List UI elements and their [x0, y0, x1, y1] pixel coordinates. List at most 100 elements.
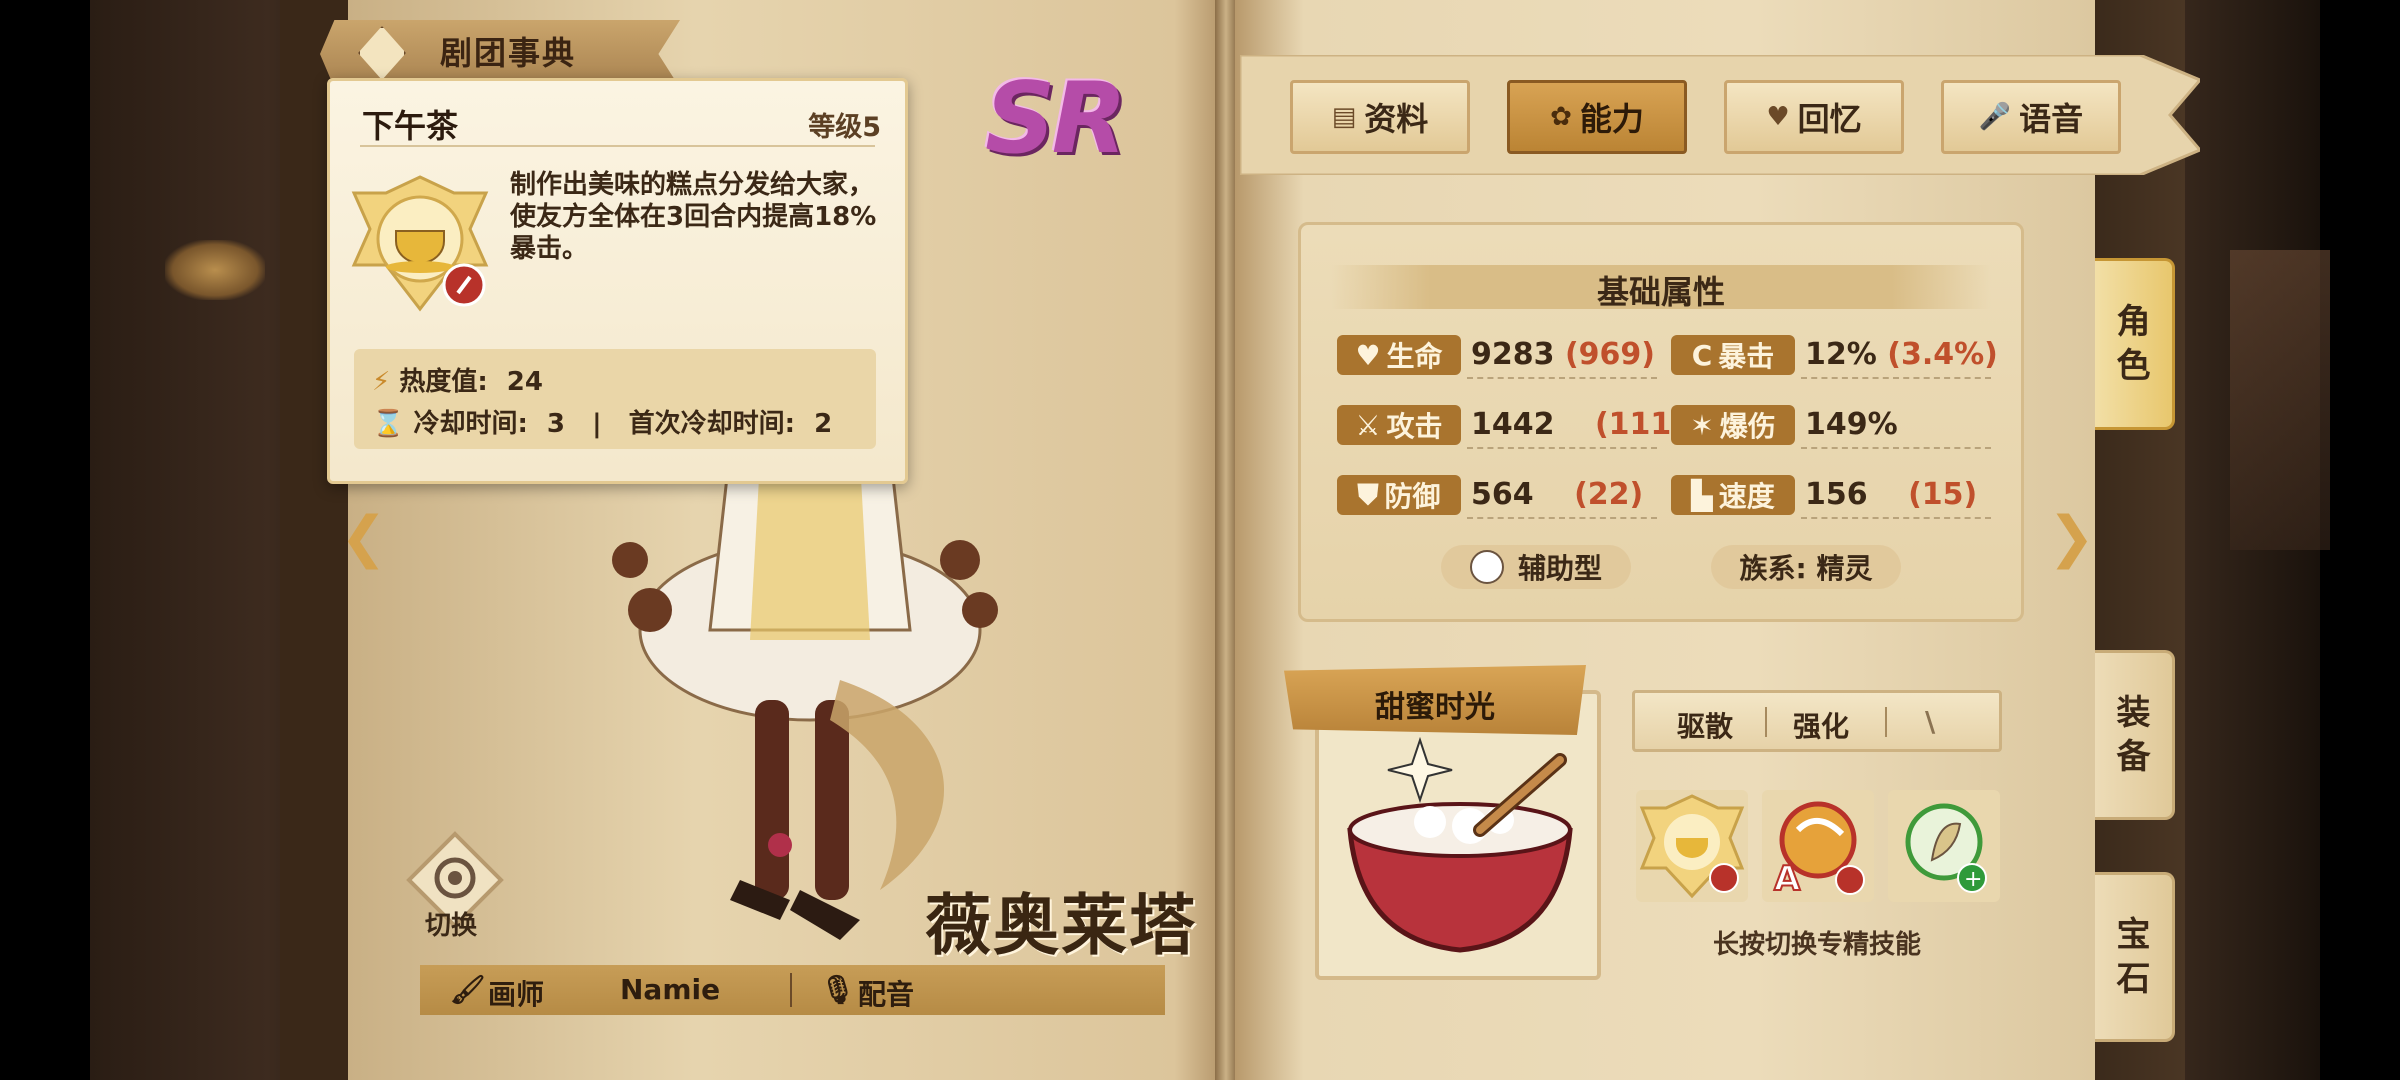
swap-label: 切换	[425, 911, 478, 941]
hp-badge: ♥ 生命	[1337, 335, 1461, 375]
stat-crit-bonus: (3.4%)	[1887, 337, 1998, 372]
tab-memory-label: 回忆	[1797, 100, 1862, 138]
critdmg-badge: ✶ 爆伤	[1671, 405, 1795, 445]
cooldown-icon: ⌛	[372, 409, 405, 439]
role-label: 辅助型	[1517, 552, 1602, 585]
first-cooldown-label: 首次冷却时间:	[628, 409, 796, 439]
skill-tag-buff: 强化	[1793, 710, 1850, 743]
stat-underline	[1467, 447, 1657, 449]
rarity-badge: SR	[985, 62, 1127, 176]
tab-ability-label: 能力	[1579, 100, 1644, 138]
artist-icon: 🖌	[450, 973, 486, 1006]
character-name: 薇奥莱塔	[925, 887, 1197, 964]
skill-name: 甜蜜时光	[1375, 690, 1495, 725]
first-cooldown-value: 2	[814, 409, 833, 439]
stat-spd-label: 速度	[1718, 480, 1775, 513]
stat-hp: ♥ 生命 9283 (969)	[1337, 335, 1657, 379]
crit-badge: C 暴击	[1671, 335, 1795, 375]
boot-icon: ▙	[1691, 478, 1713, 512]
svg-text:+: +	[1964, 867, 1982, 892]
stat-spd: ▙ 速度 156 (15)	[1671, 475, 1991, 519]
stat-crit-label: 暴击	[1718, 340, 1775, 373]
stat-spd-bonus: (15)	[1908, 477, 1978, 512]
tab-voice-label: 语音	[2019, 100, 2084, 138]
tooltip-description: 制作出美味的糕点分发给大家，使友方全体在3回合内提高18%暴击。	[510, 170, 877, 264]
document-icon: ▤	[1331, 102, 1357, 132]
attributes-title: 基础属性	[1596, 273, 1725, 311]
book-spine	[1215, 0, 1237, 1080]
skill-tag-empty: \	[1925, 705, 1936, 738]
side-tab-character[interactable]: 角色	[2095, 258, 2175, 430]
base-attributes-panel: 基础属性 ♥ 生命 9283 (969) C 暴击 12% (3.4%) ⚔ 攻击 1…	[1298, 222, 2024, 622]
tab-profile[interactable]: ▤ 资料	[1290, 80, 1470, 154]
stat-underline	[1801, 447, 1991, 449]
credits-divider	[790, 973, 792, 1007]
stat-def-label: 防御	[1384, 480, 1441, 513]
heat-label: 热度值:	[399, 367, 488, 397]
side-tab-equipment[interactable]: 装备	[2095, 650, 2175, 820]
shield-icon: ⛊	[1357, 478, 1379, 511]
voice-icon: 🎙	[820, 973, 856, 1006]
stat-hp-bonus: (969)	[1564, 337, 1655, 372]
artist-label: 画师	[488, 978, 545, 1011]
tag-divider	[1765, 707, 1767, 737]
heat-icon: ⚡	[372, 367, 391, 397]
heart-icon: ♥	[1355, 338, 1381, 372]
prev-character-arrow-icon[interactable]: ❮	[340, 505, 387, 570]
stat-hp-value: 9283	[1471, 337, 1555, 372]
mixing-bowl-icon	[1347, 736, 1573, 953]
stat-underline	[1801, 377, 1991, 379]
atk-badge: ⚔ 攻击	[1337, 405, 1461, 445]
artist-name: Namie	[620, 973, 721, 1006]
stat-underline	[1467, 517, 1657, 519]
teacup-skill-icon	[351, 175, 489, 312]
tooltip-skill-level: 等级5	[808, 112, 881, 143]
tooltip-stats: ⚡ 热度值: 24 ⌛ 冷却时间: 3 | 首次冷却时间: 2	[354, 349, 876, 449]
microphone-icon: 🎤	[1978, 102, 2012, 132]
stat-crit-value: 12%	[1805, 337, 1877, 372]
stat-def: ⛊ 防御 564 (22)	[1337, 475, 1657, 519]
tooltip-divider	[360, 145, 875, 147]
tab-ability[interactable]: ✿ 能力	[1507, 80, 1687, 154]
teacup-skill-icon[interactable]	[1636, 790, 1748, 902]
voice-label: 配音	[858, 978, 915, 1011]
credits-bar: 🖌 画师 Namie 🎙 配音	[420, 965, 1165, 1015]
next-character-arrow-icon[interactable]: ❯	[2048, 505, 2095, 570]
stat-atk-value: 1442	[1471, 407, 1555, 442]
stat-underline	[1467, 377, 1657, 379]
tab-memory[interactable]: ♥ 回忆	[1724, 80, 1904, 154]
role-chip: 辅助型	[1441, 545, 1631, 589]
stat-atk-label: 攻击	[1386, 410, 1443, 443]
burst-icon: ✶	[1690, 408, 1714, 442]
stat-atk: ⚔ 攻击 1442 (111)	[1337, 405, 1685, 449]
stat-crit: C 暴击 12% (3.4%)	[1671, 335, 1998, 379]
stat-hp-label: 生命	[1386, 340, 1443, 373]
heat-row: ⚡ 热度值: 24	[372, 361, 543, 398]
support-icon	[1469, 550, 1504, 584]
side-tab-gem[interactable]: 宝石	[2095, 872, 2175, 1042]
skill-tag-dispel: 驱散	[1677, 710, 1734, 743]
stat-underline	[1801, 517, 1991, 519]
stat-spd-value: 156	[1805, 477, 1868, 512]
codex-title: 剧团事典	[440, 34, 577, 72]
stat-critdmg-label: 爆伤	[1719, 410, 1776, 443]
sword-icon: ⚔	[1355, 408, 1381, 442]
cooldown-value: 3	[546, 409, 565, 439]
paw-icon: ✿	[1550, 102, 1572, 132]
heat-value: 24	[506, 367, 543, 397]
skill-tooltip: 下午茶 等级5 制作出美味的糕点分发给大家，使友方全体在3回合内提高18%暴击。…	[327, 78, 908, 484]
tab-voice[interactable]: 🎤 语音	[1941, 80, 2121, 154]
def-badge: ⛊ 防御	[1337, 475, 1461, 515]
heart-icon: ♥	[1766, 102, 1790, 132]
ball-skill-icon[interactable]: A	[1762, 790, 1874, 902]
spd-badge: ▙ 速度	[1671, 475, 1795, 515]
cooldown-label: 冷却时间:	[413, 409, 528, 439]
tag-divider	[1885, 707, 1887, 737]
bookshelf	[2230, 250, 2330, 550]
leaf-skill-icon[interactable]: +	[1888, 790, 2000, 902]
wall-lamp	[165, 240, 265, 300]
race-chip: 族系: 精灵	[1711, 545, 1901, 589]
svg-text:A: A	[1774, 859, 1801, 899]
skill-tag-bar: 驱散 强化 \	[1632, 690, 2002, 752]
tab-profile-label: 资料	[1364, 100, 1429, 138]
